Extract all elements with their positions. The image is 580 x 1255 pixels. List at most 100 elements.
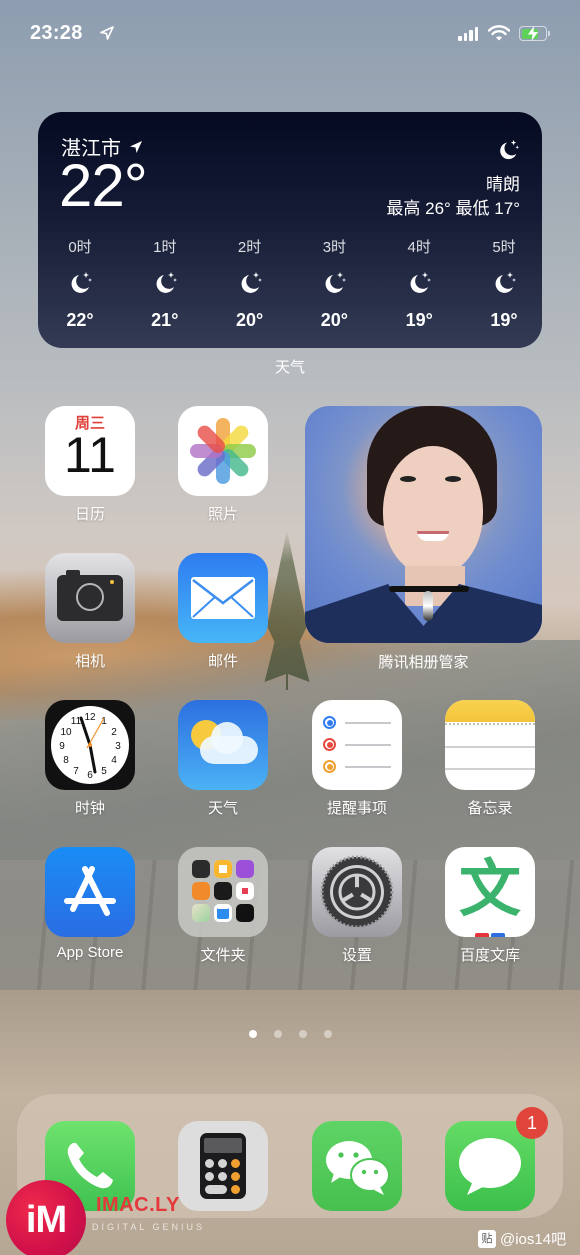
app-baidu-wenku[interactable]: 文 百度文库 bbox=[440, 847, 540, 965]
photo-widget[interactable] bbox=[305, 406, 542, 643]
moon-stars-icon bbox=[156, 272, 177, 293]
svg-text:7: 7 bbox=[73, 766, 79, 777]
app-label: 百度文库 bbox=[459, 947, 520, 964]
wechat-icon bbox=[312, 1121, 402, 1211]
svg-text:9: 9 bbox=[59, 741, 65, 752]
app-label: 设置 bbox=[341, 947, 372, 964]
page-dot[interactable] bbox=[298, 1030, 307, 1038]
app-store-icon bbox=[45, 847, 135, 937]
weather-widget[interactable]: 湛江市 22° 晴朗 最高 26° 最低 17° 0时 22° 1时 21° 2… bbox=[38, 112, 542, 348]
moon-stars-icon bbox=[495, 272, 516, 293]
page-dot[interactable] bbox=[273, 1030, 282, 1038]
files-icon bbox=[214, 904, 232, 922]
baidu-glyph: 文 bbox=[458, 855, 521, 924]
app-label: 日历 bbox=[74, 506, 105, 523]
dock-app-calculator[interactable] bbox=[173, 1121, 273, 1211]
clock-icon: 12 1 2 3 4567 8 9 10 11 bbox=[45, 700, 135, 790]
svg-text:3: 3 bbox=[115, 741, 121, 752]
camera-icon bbox=[45, 553, 135, 643]
app-clock[interactable]: 12 1 2 3 4567 8 9 10 11 时钟 bbox=[40, 700, 140, 818]
photo-content bbox=[400, 476, 416, 482]
photo-content bbox=[423, 591, 433, 621]
weather-condition: 晴朗 bbox=[486, 175, 520, 194]
app-mail[interactable]: 邮件 bbox=[173, 553, 273, 671]
app-notes[interactable]: 备忘录 bbox=[440, 700, 540, 818]
moon-stars-icon bbox=[325, 272, 347, 293]
health-icon bbox=[236, 882, 254, 900]
hour-temp: 19° bbox=[490, 310, 518, 330]
wifi-icon bbox=[488, 25, 510, 41]
books-icon bbox=[192, 882, 210, 900]
svg-text:12: 12 bbox=[84, 712, 96, 723]
dock-app-wechat[interactable] bbox=[307, 1121, 407, 1211]
page-dot[interactable] bbox=[323, 1030, 332, 1038]
settings-gear-icon bbox=[312, 847, 402, 937]
hourly-item: 4时 19° bbox=[395, 236, 443, 331]
svg-text:10: 10 bbox=[60, 727, 72, 738]
svg-text:5: 5 bbox=[101, 766, 107, 777]
dock-app-messages[interactable]: 1 bbox=[440, 1107, 548, 1211]
maps-icon bbox=[192, 904, 210, 922]
photo-widget-label: 腾讯相册管家 bbox=[378, 654, 469, 671]
calendar-icon: 周三 11 bbox=[45, 406, 135, 496]
app-app-store[interactable]: App Store bbox=[40, 847, 140, 961]
hour-label: 1时 bbox=[153, 239, 177, 256]
svg-text:4: 4 bbox=[111, 755, 117, 766]
hourly-item: 5时 19° bbox=[480, 236, 528, 331]
page-dot-active[interactable] bbox=[248, 1030, 257, 1038]
app-camera[interactable]: 相机 bbox=[40, 553, 140, 671]
moon-stars-icon bbox=[500, 139, 520, 160]
hour-temp: 20° bbox=[235, 310, 264, 330]
moon-stars-icon bbox=[71, 272, 92, 293]
weather-icon bbox=[178, 700, 268, 790]
watermark-tagline: DIGITAL GENIUS bbox=[92, 1222, 206, 1232]
hourly-item: 0时 22° bbox=[56, 236, 104, 331]
watermark-tieba: 贴 @ios14吧 bbox=[478, 1228, 566, 1249]
app-reminders[interactable]: 提醒事项 bbox=[307, 700, 407, 818]
notes-icon bbox=[445, 700, 535, 790]
battery-charging-icon bbox=[519, 26, 550, 41]
reminders-icon bbox=[312, 700, 402, 790]
stocks-icon bbox=[214, 882, 232, 900]
app-photos[interactable]: 照片 bbox=[173, 406, 273, 524]
hour-temp: 21° bbox=[151, 310, 179, 330]
status-time: 23:28 bbox=[30, 22, 83, 44]
home-icon bbox=[214, 860, 232, 878]
hour-label: 5时 bbox=[492, 239, 516, 256]
app-calendar[interactable]: 周三 11 日历 bbox=[40, 406, 140, 524]
weather-high-low: 最高 26° 最低 17° bbox=[386, 199, 520, 218]
svg-text:6: 6 bbox=[87, 770, 93, 781]
app-label: 天气 bbox=[207, 800, 238, 817]
tieba-handle: @ios14吧 bbox=[500, 1231, 567, 1248]
moon-stars-icon bbox=[410, 272, 432, 293]
app-label: 时钟 bbox=[74, 800, 105, 817]
hour-label: 2时 bbox=[237, 239, 262, 256]
apple-tv-icon bbox=[236, 904, 254, 922]
hour-temp: 20° bbox=[320, 310, 348, 330]
current-temperature: 22° bbox=[59, 152, 148, 219]
baidu-wenku-icon: 文 bbox=[445, 847, 535, 937]
mail-icon bbox=[178, 553, 268, 643]
photo-content bbox=[445, 476, 461, 482]
location-arrow-icon bbox=[100, 26, 114, 40]
app-folder[interactable]: 文件夹 bbox=[173, 847, 273, 965]
page-indicator[interactable] bbox=[0, 1030, 580, 1038]
app-label: 提醒事项 bbox=[326, 800, 387, 817]
app-settings[interactable]: 设置 bbox=[307, 847, 407, 965]
watermark-brand: IMAC.LY bbox=[96, 1194, 180, 1216]
app-label: 文件夹 bbox=[200, 947, 246, 964]
app-label: 邮件 bbox=[207, 653, 238, 670]
tieba-icon: 贴 bbox=[478, 1229, 496, 1248]
weather-widget-label: 天气 bbox=[274, 359, 305, 376]
svg-text:8: 8 bbox=[63, 755, 69, 766]
status-bar: 23:28 bbox=[0, 20, 580, 50]
app-weather[interactable]: 天气 bbox=[173, 700, 273, 818]
photo-content bbox=[417, 531, 449, 541]
podcasts-icon bbox=[236, 860, 254, 878]
watermark-logo: iM bbox=[6, 1180, 86, 1255]
hour-temp: 19° bbox=[405, 310, 433, 330]
svg-text:2: 2 bbox=[111, 727, 117, 738]
app-label: 相机 bbox=[74, 653, 105, 670]
hourly-item: 1时 21° bbox=[141, 236, 189, 331]
hour-label: 0时 bbox=[68, 239, 92, 256]
